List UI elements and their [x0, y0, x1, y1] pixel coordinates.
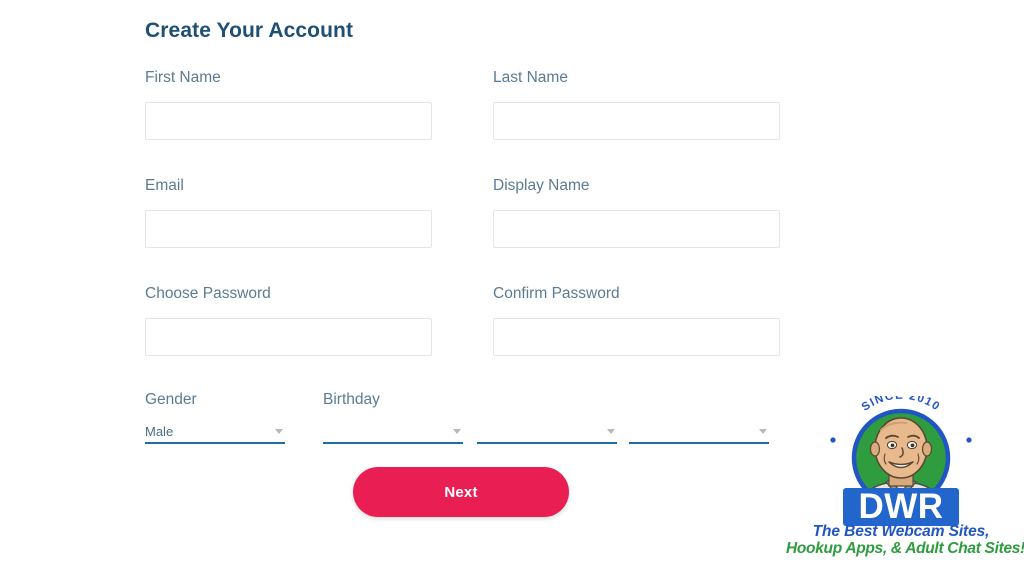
field-choose-password: Choose Password — [145, 285, 432, 356]
form-row-gender-birthday: Gender Birthday Male — [145, 391, 805, 455]
field-label-confirm-password: Confirm Password — [493, 285, 780, 304]
choose-password-input[interactable] — [145, 318, 432, 356]
email-input[interactable] — [145, 210, 432, 248]
dwr-logo: SINCE 2010 — [786, 396, 1016, 572]
form-row-password: Choose Password Confirm Password — [145, 285, 805, 393]
field-last-name: Last Name — [493, 69, 780, 140]
field-label-gender: Gender — [145, 391, 197, 410]
next-button[interactable]: Next — [353, 467, 569, 517]
birthday-year-select[interactable] — [629, 422, 769, 444]
birthday-month-select[interactable] — [323, 422, 463, 444]
chevron-down-icon — [759, 429, 767, 434]
gender-select[interactable]: Male — [145, 422, 285, 444]
field-email: Email — [145, 177, 432, 248]
field-label-birthday: Birthday — [323, 391, 380, 410]
first-name-input[interactable] — [145, 102, 432, 140]
form-actions: Next — [145, 467, 805, 537]
tagline-line-2: Hookup Apps, & Adult Chat Sites! — [786, 541, 1016, 558]
tagline-line-1: The Best Webcam Sites, — [786, 524, 1016, 541]
field-label-last-name: Last Name — [493, 69, 780, 88]
gender-select-value: Male — [145, 423, 173, 441]
field-label-display-name: Display Name — [493, 177, 780, 196]
field-label-choose-password: Choose Password — [145, 285, 432, 304]
field-confirm-password: Confirm Password — [493, 285, 780, 356]
dwr-logo-graphic: SINCE 2010 — [786, 396, 1016, 531]
chevron-down-icon — [275, 429, 283, 434]
signup-page: Create Your Account First Name Last Name… — [0, 0, 1024, 576]
birthday-day-select[interactable] — [477, 422, 617, 444]
last-name-input[interactable] — [493, 102, 780, 140]
field-first-name: First Name — [145, 69, 432, 140]
field-label-email: Email — [145, 177, 432, 196]
confirm-password-input[interactable] — [493, 318, 780, 356]
create-account-form: Create Your Account First Name Last Name… — [145, 18, 805, 537]
form-row-email: Email Display Name — [145, 177, 805, 285]
field-display-name: Display Name — [493, 177, 780, 248]
display-name-input[interactable] — [493, 210, 780, 248]
form-row-name: First Name Last Name — [145, 69, 805, 177]
page-title: Create Your Account — [145, 18, 805, 43]
dwr-monogram: DWR — [858, 487, 943, 526]
dwr-tagline: The Best Webcam Sites, Hookup Apps, & Ad… — [786, 524, 1016, 557]
field-label-first-name: First Name — [145, 69, 432, 88]
chevron-down-icon — [453, 429, 461, 434]
dwr-logo-mark: SINCE 2010 — [786, 396, 1016, 531]
chevron-down-icon — [607, 429, 615, 434]
